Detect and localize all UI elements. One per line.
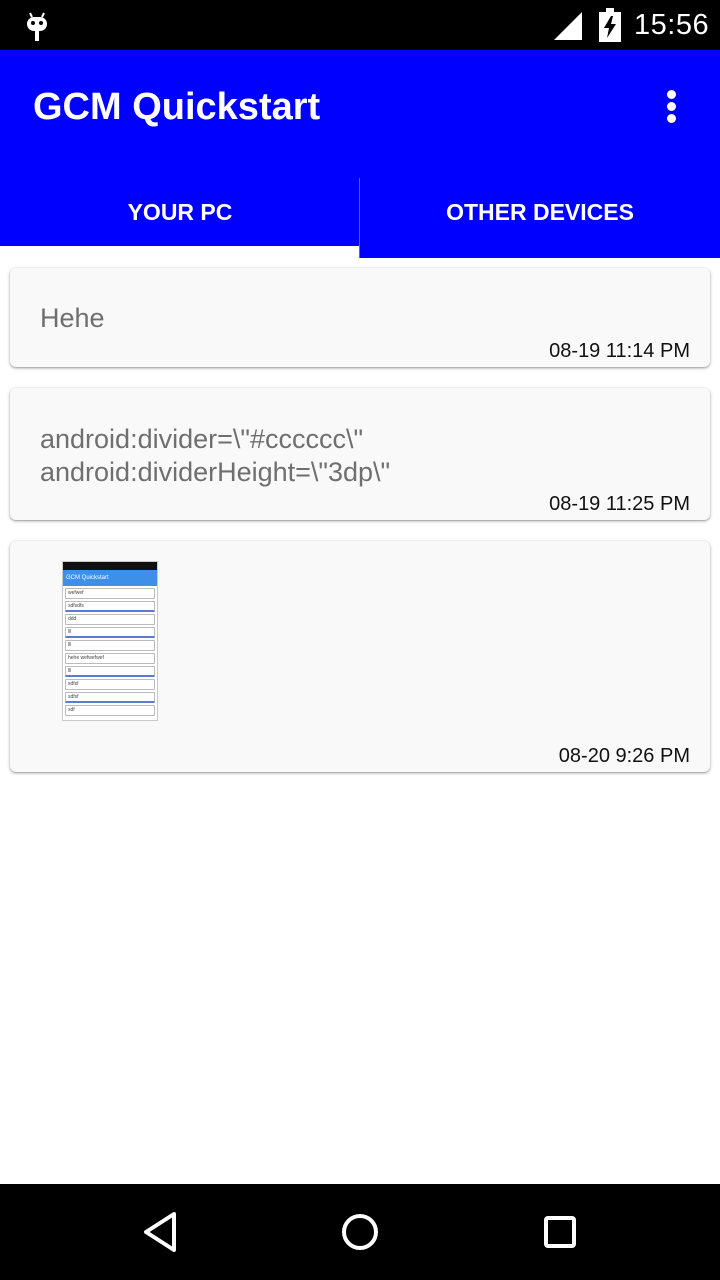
battery-charging-icon (599, 8, 621, 42)
overflow-menu-icon[interactable] (656, 86, 688, 126)
app-title: GCM Quickstart (33, 86, 321, 128)
list-item[interactable]: android:divider=\"#cccccc\" android:divi… (10, 388, 710, 520)
thumbnail-row: sdfsf (65, 679, 155, 690)
message-image-thumbnail[interactable]: GCM Quickstart wefwef sdfsdfs ddd lll ll… (62, 561, 158, 721)
message-time: 08-20 9:26 PM (558, 745, 690, 767)
thumbnail-row: lll (65, 666, 155, 677)
thumbnail-row: wefwef (65, 588, 155, 599)
android-debug-icon (27, 12, 47, 41)
status-bar: 15:56 (0, 0, 720, 50)
message-text: Hehe (40, 303, 105, 333)
app-bar: GCM Quickstart YOUR PC OTHER DEVICES (0, 50, 720, 258)
thumbnail-row: ddd (65, 614, 155, 625)
thumbnail-row: sdf (65, 705, 155, 716)
tab-your-pc[interactable]: YOUR PC (0, 178, 360, 246)
thumbnail-row: hehe wefwefwef (65, 653, 155, 664)
message-time: 08-19 11:25 PM (549, 493, 690, 515)
message-time: 08-19 11:14 PM (549, 340, 690, 362)
back-icon[interactable] (138, 1210, 182, 1254)
thumbnail-row: lll (65, 627, 155, 638)
recents-icon[interactable] (538, 1210, 582, 1254)
thumbnail-row: sdfsdfs (65, 601, 155, 612)
navigation-bar (0, 1184, 720, 1280)
selected-tab-indicator (0, 246, 359, 258)
status-clock: 15:56 (634, 9, 710, 41)
list-item[interactable]: Hehe 08-19 11:14 PM (10, 268, 710, 367)
message-text: android:divider=\"#cccccc\" android:divi… (40, 424, 391, 487)
list-item[interactable]: GCM Quickstart wefwef sdfsdfs ddd lll ll… (10, 541, 710, 772)
signal-icon (554, 12, 582, 40)
thumbnail-title: GCM Quickstart (63, 570, 157, 586)
tab-other-devices[interactable]: OTHER DEVICES (360, 178, 720, 246)
thumbnail-row: sdfsf (65, 692, 155, 703)
home-icon[interactable] (338, 1210, 382, 1254)
thumbnail-row: lll (65, 640, 155, 651)
